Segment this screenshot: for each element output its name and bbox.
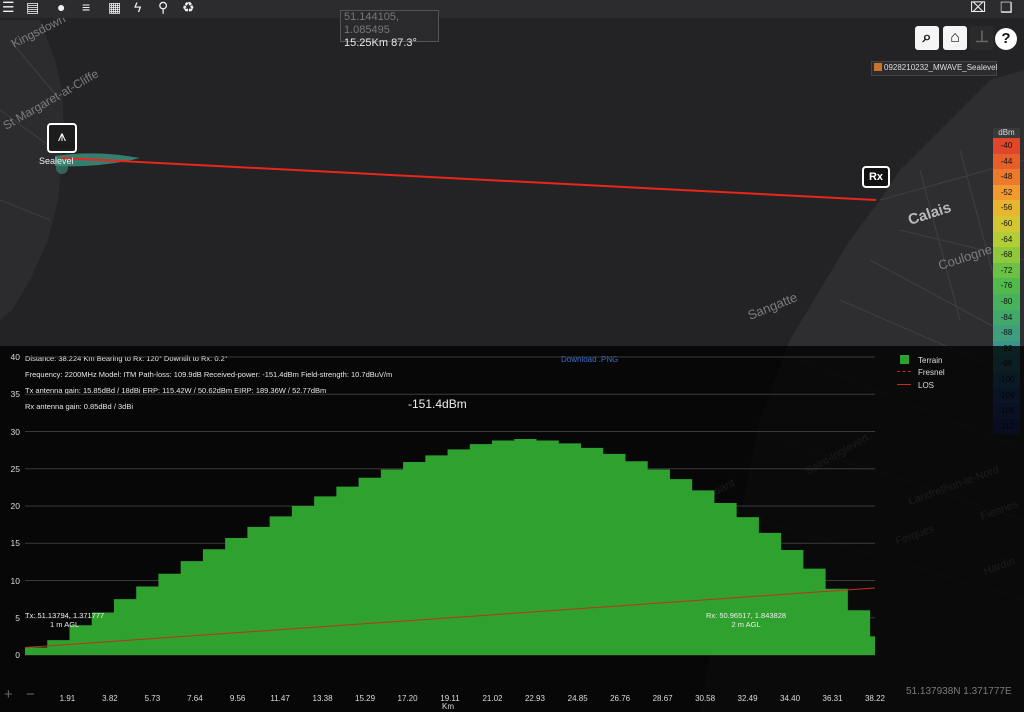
rx-note-coords: Rx: 50.96517, 1.843828 <box>706 611 787 620</box>
y-tick-label: 35 <box>10 389 20 400</box>
x-tick-label: 32.49 <box>737 694 758 703</box>
y-tick-label: 5 <box>15 612 20 623</box>
x-tick-label: 26.76 <box>610 694 631 703</box>
x-tick-label: 11.47 <box>270 694 290 703</box>
y-tick-label: 15 <box>10 538 20 549</box>
zoom-out-button[interactable]: − <box>26 686 35 703</box>
x-tick-label: 7.64 <box>187 694 203 703</box>
rx-note-agl: 2 m AGL <box>731 620 761 629</box>
tx-note: Tx: 51.13794, 1.371777 1 m AGL <box>25 611 104 629</box>
x-tick-label: 17.20 <box>397 694 418 703</box>
y-tick-label: 30 <box>10 426 20 437</box>
cursor-coordinates: 51.137938N 1.371777E <box>906 686 1012 697</box>
x-tick-label: 15.29 <box>355 694 376 703</box>
y-tick-label: 0 <box>15 650 20 660</box>
minus-icon: − <box>26 686 35 703</box>
x-tick-label: 13.38 <box>312 694 333 703</box>
tx-note-coords: Tx: 51.13794, 1.371777 <box>25 611 105 620</box>
x-tick-label: 22.93 <box>524 694 545 703</box>
x-tick-label: 30.58 <box>695 694 716 703</box>
y-tick-label: 20 <box>10 501 20 511</box>
x-tick-label: 3.82 <box>102 694 118 703</box>
y-tick-label: 25 <box>10 463 20 474</box>
tx-note-agl: 1 m AGL <box>50 620 80 629</box>
rx-note: Rx: 50.96517, 1.843828 2 m AGL <box>706 611 786 629</box>
x-tick-label: 34.40 <box>780 694 801 703</box>
x-tick-label: 1.91 <box>59 694 76 703</box>
terrain-profile-chart <box>24 356 876 656</box>
x-tick-label: 28.67 <box>652 694 673 703</box>
y-tick-label: 10 <box>10 575 20 586</box>
y-tick-label: 40 <box>10 352 20 362</box>
x-tick-label: 9.56 <box>229 694 246 703</box>
x-tick-label: 36.31 <box>822 694 843 703</box>
plus-icon: + <box>4 686 13 703</box>
x-tick-label: 38.22 <box>864 694 886 703</box>
x-axis-label: Km <box>442 702 454 711</box>
x-tick-label: 24.85 <box>567 694 588 703</box>
x-tick-label: 5.73 <box>144 694 161 703</box>
x-tick-label: 21.02 <box>482 694 503 703</box>
zoom-in-button[interactable]: + <box>4 686 13 703</box>
